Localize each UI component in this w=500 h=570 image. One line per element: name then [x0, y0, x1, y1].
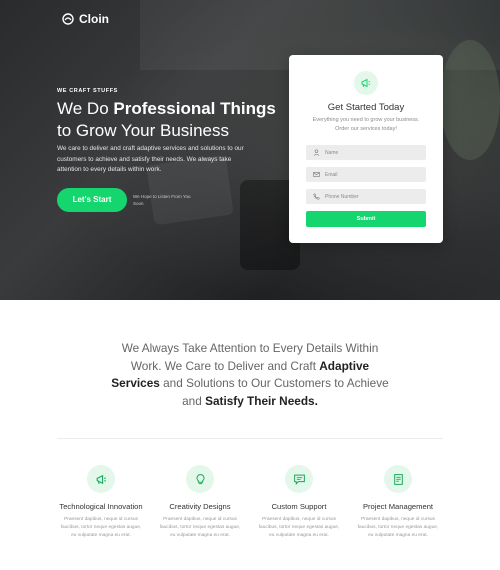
form-icon-badge — [354, 71, 378, 95]
hero-headline: We Do Professional Things to Grow Your B… — [57, 98, 277, 142]
feature-title: Creativity Designs — [169, 502, 231, 511]
envelope-icon — [313, 172, 320, 177]
name-field[interactable] — [306, 145, 426, 160]
feature-description: Praesent dapibus, neque id cursus faucib… — [159, 517, 241, 538]
feature-description: Praesent dapibus, neque id cursus faucib… — [60, 517, 142, 538]
submit-button[interactable]: Submit — [306, 211, 426, 227]
phone-input[interactable] — [325, 193, 420, 200]
feature-title: Project Management — [362, 502, 434, 511]
feature-icon-badge — [87, 465, 115, 493]
signup-form-card: Get Started Today Everything you need to… — [289, 55, 443, 243]
lets-start-button[interactable]: Let's Start — [57, 188, 127, 212]
hero-description: We care to deliver and craft adaptive se… — [57, 145, 244, 173]
email-field[interactable] — [306, 167, 426, 182]
phone-field[interactable] — [306, 189, 426, 204]
megaphone-icon — [361, 78, 371, 88]
headline-part1: We Do — [57, 99, 114, 118]
cta-note: We Hope to Listen From You Soon — [133, 194, 191, 206]
name-input[interactable] — [325, 149, 420, 156]
document-icon — [393, 473, 403, 485]
feature-description: Praesent dapibus, neque id cursus faucib… — [258, 517, 340, 538]
hero-eyebrow: WE CRAFT STUFFS — [57, 88, 118, 94]
brand-name: Cloin — [79, 12, 109, 26]
chat-icon — [293, 474, 305, 485]
feature-title: Technological Innovation — [59, 502, 143, 511]
feature-title: Custom Support — [271, 502, 327, 511]
lightbulb-icon — [196, 473, 204, 484]
phone-icon — [313, 193, 320, 200]
form-subtitle: Everything you need to grow your busines… — [312, 117, 420, 132]
headline-bold: Professional Things — [113, 99, 276, 118]
megaphone-icon — [96, 474, 106, 484]
feature-icon-badge — [384, 465, 412, 493]
feature-icon-badge — [186, 465, 214, 493]
feature-card: Creativity Designs Praesent dapibus, neq… — [150, 465, 250, 540]
logo-icon — [62, 13, 74, 25]
background-plant-shape — [440, 40, 500, 160]
feature-card: Technological Innovation Praesent dapibu… — [51, 465, 151, 540]
brand-logo[interactable]: Cloin — [62, 12, 109, 26]
feature-description: Praesent dapibus, neque id cursus faucib… — [357, 517, 439, 538]
feature-card: Custom Support Praesent dapibus, neque i… — [249, 465, 349, 540]
hero-section: Cloin WE CRAFT STUFFS We Do Professional… — [0, 0, 500, 300]
feature-card: Project Management Praesent dapibus, neq… — [348, 465, 448, 540]
value-statement: We Always Take Attention to Every Detail… — [110, 340, 390, 410]
feature-icon-badge — [285, 465, 313, 493]
form-title: Get Started Today — [327, 102, 405, 113]
email-input[interactable] — [325, 171, 420, 178]
headline-part2: to Grow Your Business — [57, 121, 229, 140]
statement-bold2: Satisfy Their Needs. — [205, 393, 318, 408]
section-divider — [57, 438, 443, 439]
user-icon — [313, 149, 320, 156]
